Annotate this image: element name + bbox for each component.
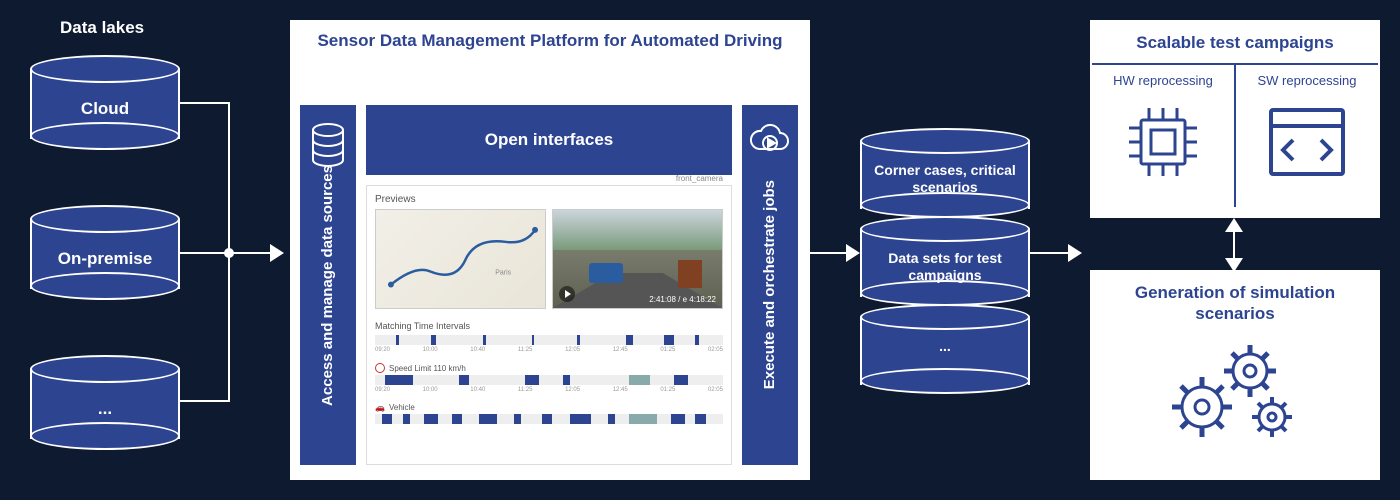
video-preview: 2:41:08 / e 4:18:22 [552, 209, 723, 309]
timeline-ticks-2: 09:2010:00 10:4011:25 12:0512:45 01:2502… [375, 387, 723, 395]
svg-text:Paris: Paris [495, 270, 511, 277]
row-speed-limit: Speed Limit 110 km/h [375, 363, 723, 373]
connector-line [180, 102, 230, 104]
timeline-track-1 [375, 335, 723, 345]
connector-line [810, 252, 848, 254]
row-vehicle: 🚗 Vehicle [375, 403, 723, 412]
map-route-icon: Paris [376, 210, 545, 309]
platform-title: Sensor Data Management Platform for Auto… [300, 30, 800, 52]
pillar-right-label: Execute and orchestrate jobs [760, 180, 780, 389]
box-simulation: Generation of simulation scenarios [1090, 270, 1380, 480]
arrow-right-icon [846, 244, 860, 262]
video-time: 2:41:08 / e 4:18:22 [649, 295, 716, 304]
db-datasets: Data sets for test campaigns [860, 216, 1030, 306]
pillar-execute-orchestrate: Execute and orchestrate jobs [742, 105, 798, 465]
preview-panel: Previews front_camera Paris 2:41:08 / e … [366, 185, 732, 465]
simulation-title: Generation of simulation scenarios [1092, 272, 1378, 335]
gears-icon [1092, 335, 1378, 455]
sw-label: SW reprocessing [1258, 73, 1357, 88]
play-icon [559, 286, 575, 302]
arrow-right-icon [270, 244, 284, 262]
pillar-left-label: Access and manage data sources [318, 165, 338, 406]
db-output-more: ... [860, 304, 1030, 394]
car-icon [589, 263, 623, 283]
arrow-right-icon [1068, 244, 1082, 262]
open-interfaces-bar: Open interfaces [366, 105, 732, 175]
timeline-track-2 [375, 375, 723, 385]
col-sw: SW reprocessing [1234, 65, 1378, 207]
camera-label: front_camera [676, 174, 723, 183]
code-window-icon [1263, 98, 1351, 186]
connector-line [1233, 228, 1235, 262]
pillar-access-manage: Access and manage data sources [300, 105, 356, 465]
previews-label: Previews [375, 194, 723, 205]
map-preview: Paris [375, 209, 546, 309]
vehicle-icon: 🚗 [375, 403, 385, 412]
box-test-campaigns: Scalable test campaigns HW reprocessing … [1090, 20, 1380, 218]
db-onpremise-label: On-premise [30, 249, 180, 269]
db-more: ... [30, 355, 180, 450]
db-corner-cases: Corner cases, critical scenarios [860, 128, 1030, 218]
matching-title: Matching Time Intervals [375, 321, 723, 331]
speed-limit-icon [375, 363, 385, 373]
db-datasets-label: Data sets for test campaigns [860, 250, 1030, 284]
connector-line [180, 400, 230, 402]
db-more-label: ... [30, 399, 180, 419]
connector-line [1030, 252, 1070, 254]
db-output-more-label: ... [860, 338, 1030, 355]
db-corner-cases-label: Corner cases, critical scenarios [860, 162, 1030, 196]
platform-center: Open interfaces Previews front_camera Pa… [366, 105, 732, 465]
arrow-up-icon [1225, 218, 1243, 232]
cloud-play-icon [750, 123, 790, 162]
timeline-track-3 [375, 414, 723, 424]
data-lakes-title: Data lakes [60, 18, 144, 38]
hw-label: HW reprocessing [1113, 73, 1213, 88]
test-campaigns-title: Scalable test campaigns [1092, 22, 1378, 63]
db-cloud-label: Cloud [30, 99, 180, 119]
db-cloud: Cloud [30, 55, 180, 150]
timeline-ticks: 09:2010:00 10:4011:25 12:0512:45 01:2502… [375, 347, 723, 355]
col-hw: HW reprocessing [1092, 65, 1234, 207]
truck-icon [678, 260, 702, 288]
chip-icon [1119, 98, 1207, 186]
junction-dot [224, 248, 234, 258]
db-onpremise: On-premise [30, 205, 180, 300]
